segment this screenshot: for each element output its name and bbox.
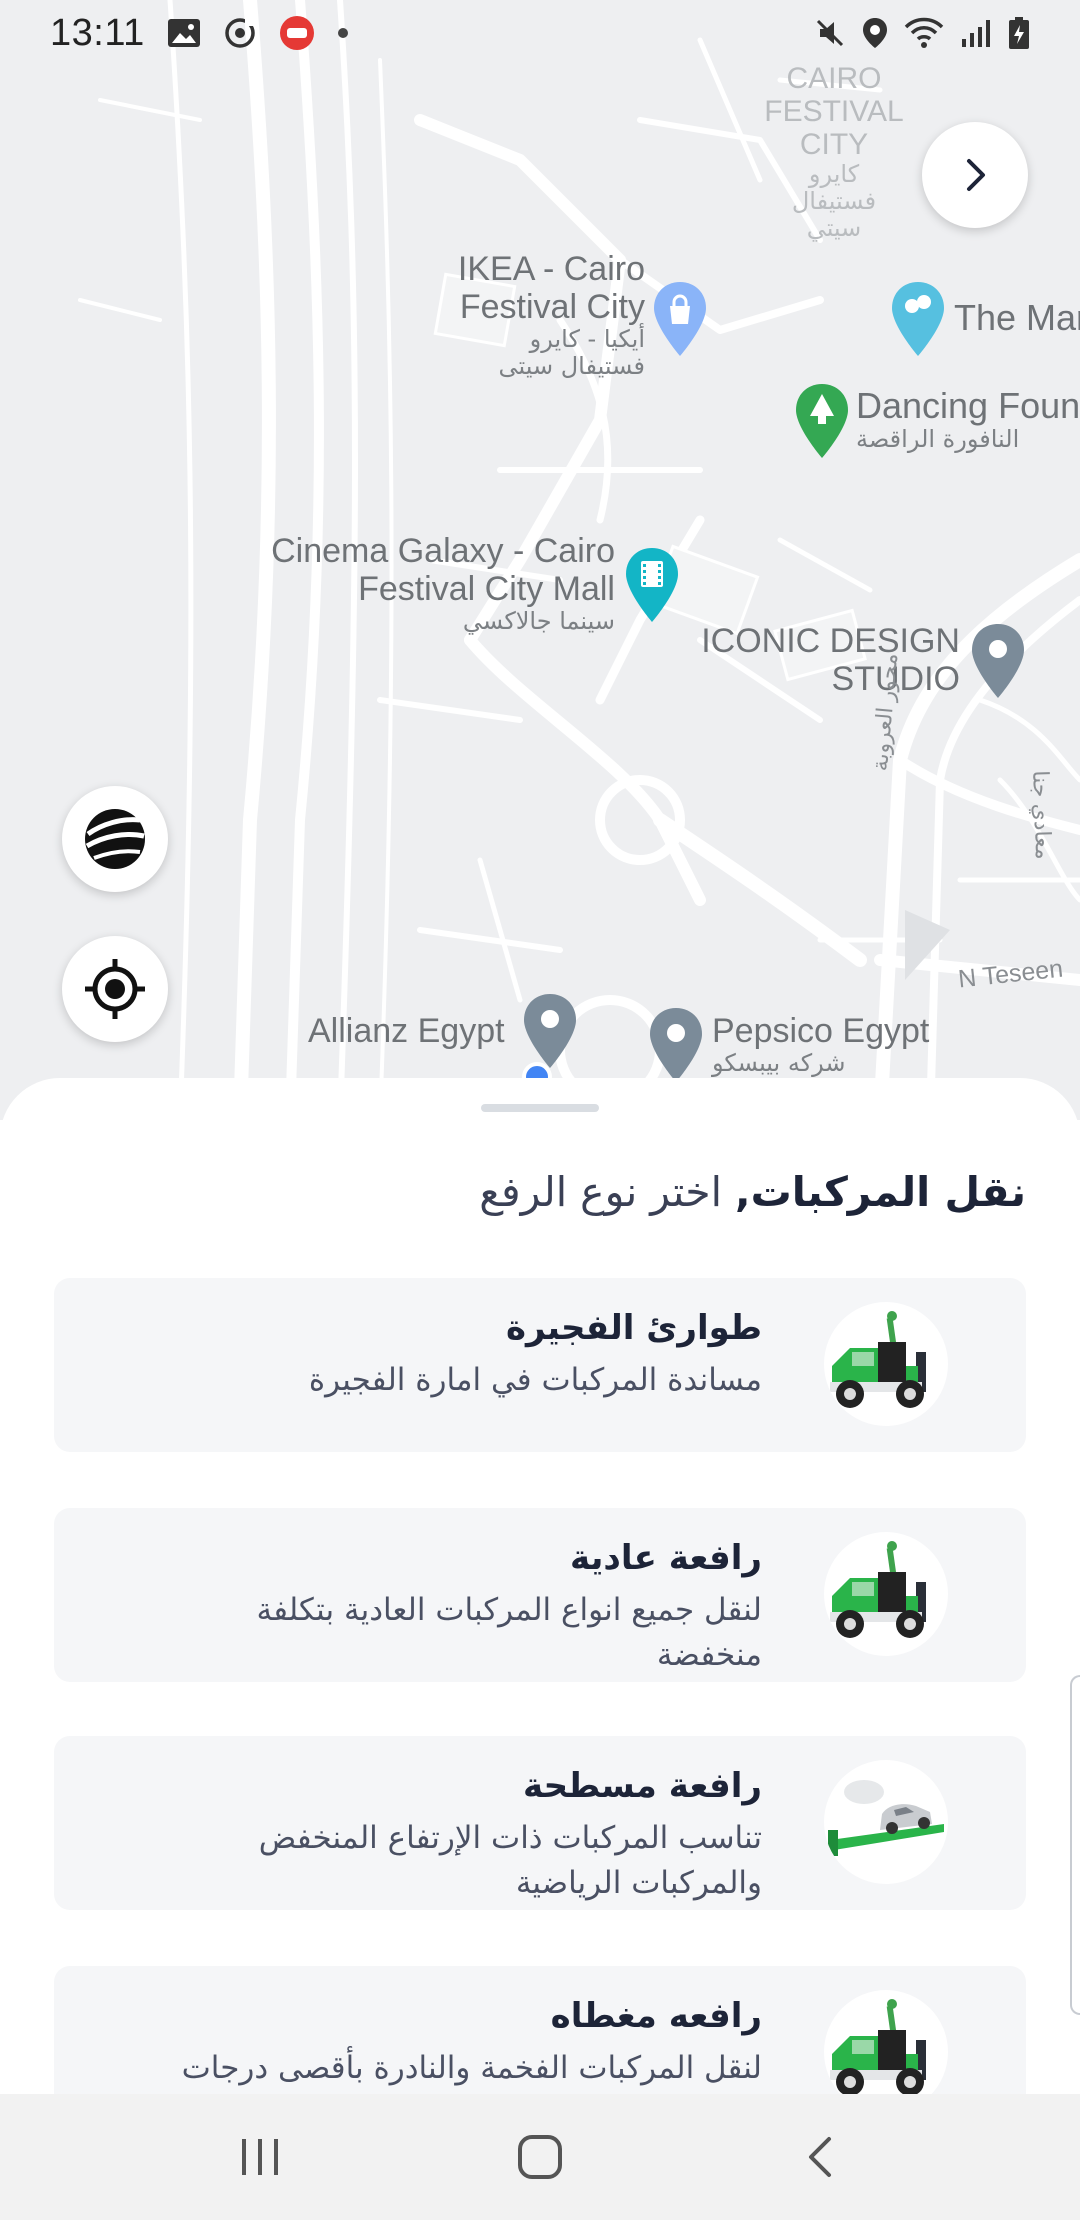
vehicle-transport-sheet[interactable]: نقل المركبات, اختر نوع الرفع طوارئ الفجي…: [0, 1078, 1080, 2098]
park-pin-icon[interactable]: [794, 382, 850, 462]
map-view[interactable]: CAIRO FESTIVAL CITY كايرو فستيفال سيتي I…: [0, 0, 1080, 1120]
back-icon: [809, 2137, 831, 2177]
home-icon: [518, 2135, 562, 2179]
map-label-cinema-galaxy: Cinema Galaxy - Cairo Festival City Mall…: [271, 532, 615, 636]
back-button[interactable]: [775, 2112, 865, 2202]
sheet-title-prompt: اختر نوع الرفع: [479, 1168, 736, 1216]
tow-option-flatbed[interactable]: رافعة مسطحة تناسب المركبات ذات الإرتفاع …: [54, 1736, 1026, 1910]
globe-button[interactable]: [62, 786, 168, 892]
sheet-title: نقل المركبات, اختر نوع الرفع: [479, 1168, 1026, 1216]
my-location-button[interactable]: [62, 936, 168, 1042]
place-pin-icon[interactable]: [648, 1006, 704, 1086]
sheet-title-service: نقل المركبات,: [735, 1168, 1026, 1216]
home-button[interactable]: [495, 2112, 585, 2202]
option-title: طوارئ الفجيرة: [505, 1308, 762, 1348]
map-label-iconic-design-studio: ICONIC DESIGN STUDIO: [701, 622, 960, 699]
recent-apps-button[interactable]: [215, 2112, 305, 2202]
option-title: رافعة مسطحة: [522, 1766, 762, 1806]
map-label-dancing-fountain: Dancing Fount النافورة الراقصة: [856, 385, 1080, 454]
map-label-the-mar: The Mar: [954, 297, 1080, 338]
option-subtitle: مساندة المركبات في امارة الفجيرة: [308, 1362, 762, 1399]
map-label-maadi: معادي جنا: [1028, 769, 1057, 860]
option-subtitle: لنقل جميع انواع المركبات العادية بتكلفة …: [256, 1592, 762, 1674]
map-label-ikea: IKEA - Cairo Festival City أيكيا - كايرو…: [457, 250, 645, 381]
option-title: رافعة عادية: [570, 1538, 762, 1578]
recent-apps-icon: [242, 2139, 278, 2175]
tow-truck-icon: [824, 1302, 948, 1426]
option-title: رافعه مغطاه: [550, 1996, 762, 2036]
scrollbar[interactable]: [1070, 1675, 1080, 2015]
status-time: 13:11: [50, 11, 145, 54]
place-pin-icon[interactable]: [970, 622, 1026, 702]
option-subtitle: تناسب المركبات ذات الإرتفاع المنخفض والم…: [258, 1820, 762, 1902]
place-pin-icon[interactable]: [522, 992, 578, 1072]
signal-icon: [962, 20, 990, 47]
sheet-drag-handle[interactable]: [481, 1104, 599, 1112]
shopping-pin-icon[interactable]: [652, 280, 708, 360]
gallery-icon: [167, 19, 200, 47]
tow-option-fujairah-emergency[interactable]: طوارئ الفجيرة مساندة المركبات في امارة ا…: [54, 1278, 1026, 1452]
my-location-icon: [85, 959, 145, 1019]
app-notification-icon: [279, 16, 314, 50]
location-icon: [863, 18, 887, 48]
cinema-pin-icon[interactable]: [624, 546, 680, 626]
map-label-pepsico: Pepsico Egypt شركه بيبسكو: [712, 1012, 930, 1078]
option-subtitle: لنقل المركبات الفخمة والنادرة بأقصى درجا…: [181, 2050, 762, 2087]
system-navigation-bar: [0, 2094, 1080, 2220]
dot-icon: [337, 28, 348, 38]
theater-pin-icon[interactable]: [890, 280, 946, 360]
mute-icon: [816, 19, 844, 47]
chevron-right-icon: [967, 159, 985, 191]
forward-button[interactable]: [922, 122, 1028, 228]
sync-icon: [225, 18, 255, 48]
tow-option-covered[interactable]: رافعه مغطاه لنقل المركبات الفخمة والنادر…: [54, 1966, 1026, 2098]
tow-option-standard[interactable]: رافعة عادية لنقل جميع انواع المركبات الع…: [54, 1508, 1026, 1682]
tow-truck-icon: [824, 1990, 948, 2098]
status-bar: 13:11: [0, 0, 1080, 66]
wifi-icon: [904, 17, 944, 48]
flatbed-truck-icon: [824, 1760, 948, 1884]
globe-icon: [85, 809, 145, 869]
tow-truck-icon: [824, 1532, 948, 1656]
map-label-cairo-festival-city: CAIRO FESTIVAL CITY كايرو فستيفال سيتي: [764, 62, 904, 242]
battery-icon: [1009, 17, 1029, 49]
map-label-allianz: Allianz Egypt: [308, 1012, 505, 1050]
